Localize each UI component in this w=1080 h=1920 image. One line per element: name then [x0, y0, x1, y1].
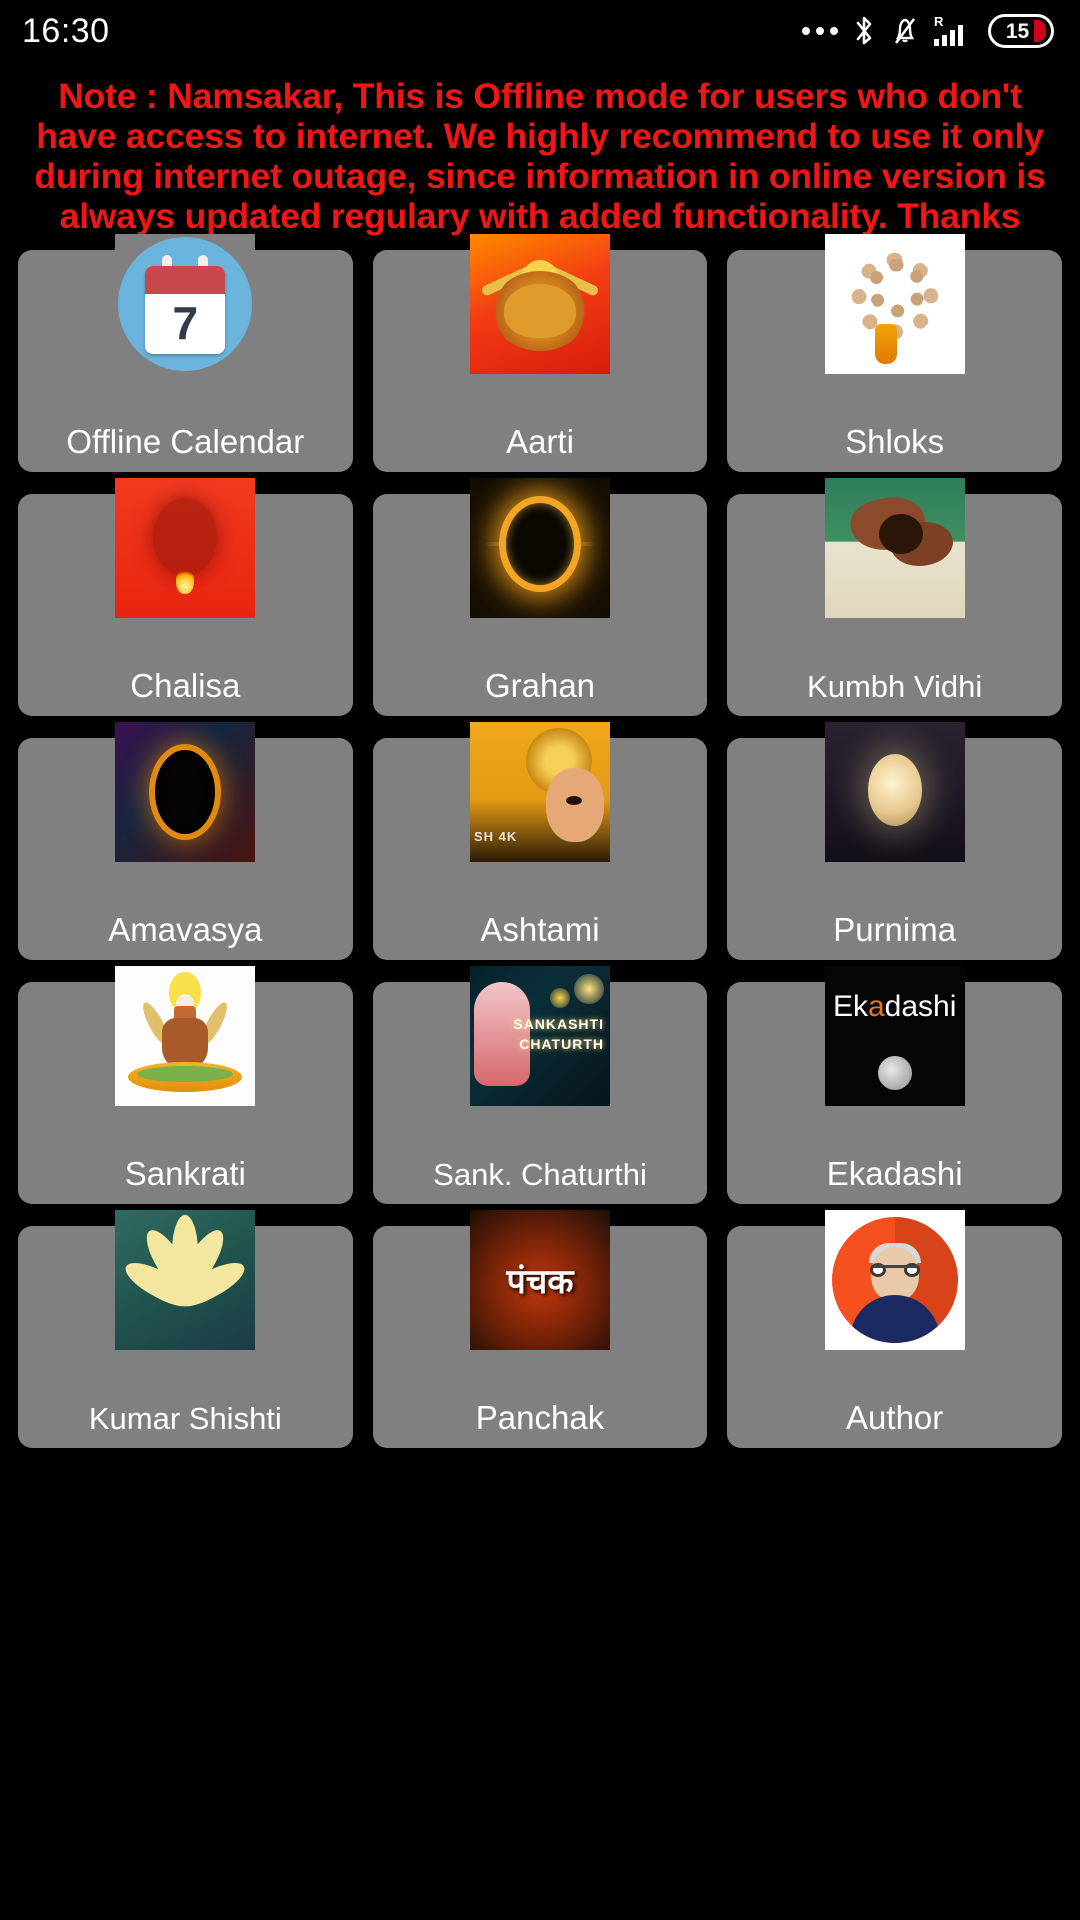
ekadashi-logo-part1: Ek: [832, 990, 868, 1024]
svg-text:R: R: [934, 14, 944, 29]
thumb-wrap: [115, 478, 256, 619]
thumb-wrap: [115, 1210, 256, 1351]
thumb-wrap: [824, 478, 965, 619]
thumb-wrap: SANKASHTI CHATURTH: [469, 966, 610, 1107]
ekadashi-logo-part2: a: [867, 990, 885, 1024]
tile-label: Offline Calendar: [66, 423, 305, 461]
thumb-overlay-text: पंचक: [506, 1263, 574, 1302]
thumb-wrap: [469, 234, 610, 375]
calendar-icon: 7: [115, 234, 256, 375]
thumb-wrap: [824, 234, 965, 375]
tile-label: Chalisa: [130, 667, 241, 705]
ekadashi-logo-part3: dashi: [884, 990, 957, 1024]
tile-offline-calendar[interactable]: 7 Offline Calendar: [18, 234, 353, 473]
status-clock: 16:30: [22, 11, 110, 50]
thumb-wrap: SH 4K: [469, 722, 610, 863]
prayer-beads-icon: [824, 234, 965, 375]
tile-label: Author: [846, 1399, 944, 1437]
tile-label: Amavasya: [108, 911, 263, 949]
hanuman-icon: [115, 478, 256, 619]
tile-ekadashi[interactable]: Ekadashi Ekadashi: [727, 966, 1062, 1205]
thumb-overlay-line2: CHATURTH: [519, 1036, 604, 1053]
leaf-icon: [115, 1210, 256, 1351]
thumb-wrap: पंचक: [469, 1210, 610, 1351]
tile-label: Kumbh Vidhi: [807, 669, 983, 705]
kalash-pot-icon: [115, 966, 256, 1107]
tile-label: Purnima: [833, 911, 957, 949]
thumb-wrap: [824, 722, 965, 863]
calendar-day: 7: [172, 297, 199, 350]
ganesha-icon: SANKASHTI CHATURTH: [469, 966, 610, 1107]
tile-kumar-shishti[interactable]: Kumar Shishti: [18, 1210, 353, 1449]
thumb-overlay-text: SH 4K: [473, 829, 518, 845]
tile-label: Grahan: [484, 667, 596, 705]
thumb-overlay-line1: SANKASHTI: [513, 1016, 604, 1033]
solar-eclipse-icon: [469, 478, 610, 619]
bluetooth-icon: [856, 16, 872, 45]
kumbh-hand-icon: [824, 478, 965, 619]
tile-sank-chaturthi[interactable]: SANKASHTI CHATURTH Sank. Chaturthi: [372, 966, 708, 1205]
goddess-icon: SH 4K: [469, 722, 610, 863]
offline-mode-note: Note : Namsakar, This is Offline mode fo…: [34, 76, 1046, 237]
thumb-wrap: 7: [115, 234, 256, 375]
tile-label: Sank. Chaturthi: [433, 1157, 647, 1193]
tile-amavasya[interactable]: Amavasya: [18, 722, 353, 961]
tile-aarti[interactable]: Aarti: [372, 234, 708, 473]
status-bar: 16:30 R 15: [0, 0, 1080, 62]
tile-purnima[interactable]: Purnima: [727, 722, 1062, 961]
durga-lion-icon: [469, 234, 610, 375]
tile-label: Aarti: [506, 423, 574, 461]
battery-icon: 15: [988, 14, 1054, 48]
dark-eclipse-icon: [115, 722, 256, 863]
battery-level: 15: [1005, 19, 1030, 43]
tile-chalisa[interactable]: Chalisa: [18, 478, 353, 717]
thumb-wrap: [115, 966, 256, 1107]
tile-sankrati[interactable]: Sankrati: [18, 966, 353, 1205]
tile-label: Ekadashi: [826, 1155, 963, 1193]
author-avatar-icon: [824, 1210, 965, 1351]
app-screen: 16:30 R 15 Note: Namsakar, This is Offl…: [0, 0, 1080, 1920]
ekadashi-moon-icon: Ekadashi: [824, 966, 965, 1107]
thumb-wrap: Ekadashi: [824, 966, 965, 1107]
tile-author[interactable]: Author: [727, 1210, 1062, 1449]
tile-label: Shloks: [845, 423, 945, 461]
feature-grid: 7 Offline Calendar Aarti Shloks Chalisa …: [0, 234, 1080, 1449]
panchak-icon: पंचक: [469, 1210, 610, 1351]
tile-label: Kumar Shishti: [88, 1401, 282, 1437]
thumb-wrap: [469, 478, 610, 619]
more-dots-icon: [802, 27, 838, 35]
tile-panchak[interactable]: पंचक Panchak: [372, 1210, 708, 1449]
tile-kumbh-vidhi[interactable]: Kumbh Vidhi: [727, 478, 1062, 717]
tile-label: Sankrati: [124, 1155, 246, 1193]
battery-nub: [1034, 20, 1046, 42]
silent-bell-icon: [894, 18, 916, 44]
tile-grahan[interactable]: Grahan: [372, 478, 708, 717]
tile-label: Panchak: [475, 1399, 605, 1437]
tile-label: Ashtami: [480, 911, 600, 949]
tile-shloks[interactable]: Shloks: [727, 234, 1062, 473]
status-icons: R 15: [802, 13, 1054, 49]
tile-ashtami[interactable]: SH 4K Ashtami: [372, 722, 708, 961]
roaming-signal-icon: R: [934, 14, 963, 46]
thumb-wrap: [824, 1210, 965, 1351]
thumb-wrap: [115, 722, 256, 863]
full-moon-icon: [824, 722, 965, 863]
